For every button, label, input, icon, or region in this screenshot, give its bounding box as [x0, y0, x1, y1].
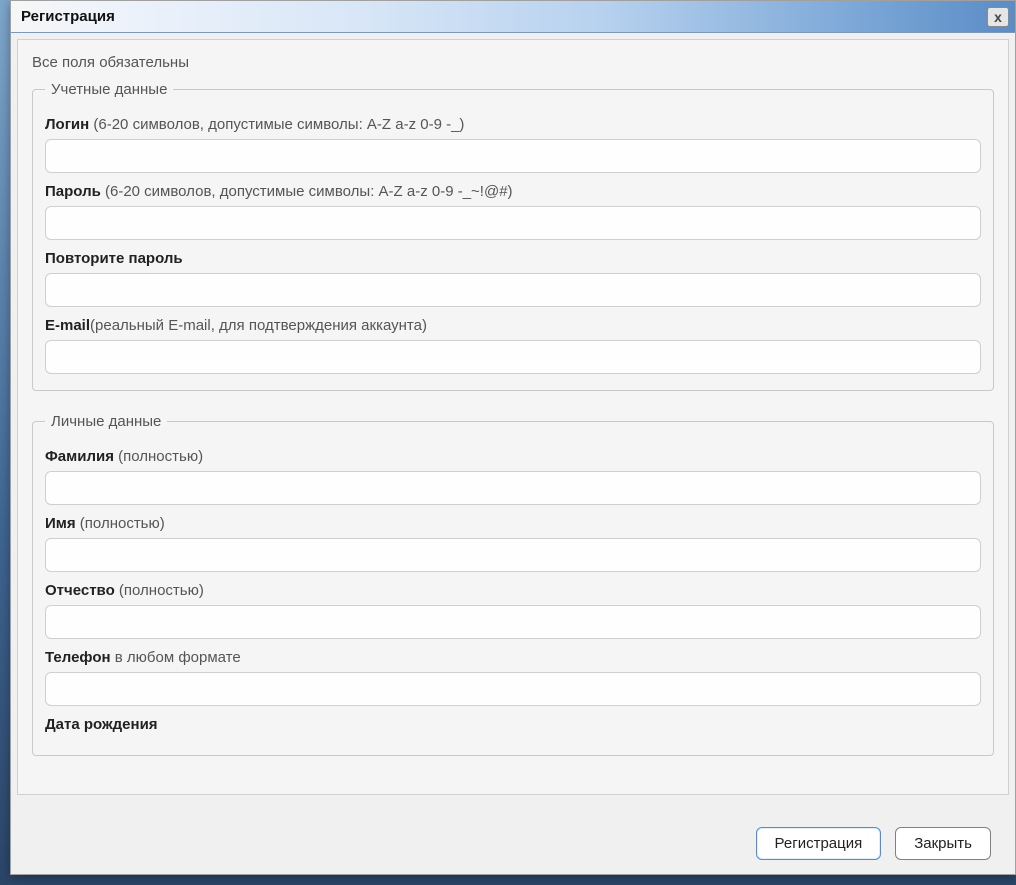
form-scroll[interactable]: Все поля обязательны Учетные данные Логи…: [18, 40, 1008, 794]
label-name-hint: (полностью): [76, 515, 165, 532]
field-login: Логин (6-20 символов, допустимые символы…: [45, 116, 981, 173]
field-name: Имя (полностью): [45, 515, 981, 572]
label-dob: Дата рождения: [45, 716, 981, 733]
patronymic-input[interactable]: [45, 605, 981, 639]
name-input[interactable]: [45, 538, 981, 572]
label-password-hint: (6-20 символов, допустимые символы: A-Z …: [101, 183, 513, 200]
label-name: Имя (полностью): [45, 515, 981, 532]
label-surname: Фамилия (полностью): [45, 448, 981, 465]
label-phone-text: Телефон: [45, 649, 111, 666]
email-input[interactable]: [45, 340, 981, 374]
close-button[interactable]: Закрыть: [895, 827, 991, 860]
label-login-text: Логин: [45, 116, 89, 133]
field-phone: Телефон в любом формате: [45, 649, 981, 706]
password-repeat-input[interactable]: [45, 273, 981, 307]
label-phone-hint: в любом формате: [111, 649, 241, 666]
label-login-hint: (6-20 символов, допустимые символы: A-Z …: [89, 116, 464, 133]
field-password-repeat: Повторите пароль: [45, 250, 981, 307]
field-email: E-mail(реальный E-mail, для подтверждени…: [45, 317, 981, 374]
label-patronymic: Отчество (полностью): [45, 582, 981, 599]
label-password: Пароль (6-20 символов, допустимые символ…: [45, 183, 981, 200]
label-patronymic-hint: (полностью): [115, 582, 204, 599]
registration-dialog: Регистрация x Все поля обязательны Учетн…: [10, 0, 1016, 875]
content-wrap: Все поля обязательны Учетные данные Логи…: [11, 33, 1015, 874]
label-password-repeat-text: Повторите пароль: [45, 250, 183, 267]
label-email-text: E-mail: [45, 317, 90, 334]
phone-input[interactable]: [45, 672, 981, 706]
label-patronymic-text: Отчество: [45, 582, 115, 599]
label-dob-text: Дата рождения: [45, 716, 158, 733]
label-password-text: Пароль: [45, 183, 101, 200]
surname-input[interactable]: [45, 471, 981, 505]
dialog-title: Регистрация: [21, 8, 115, 25]
label-surname-hint: (полностью): [114, 448, 203, 465]
label-name-text: Имя: [45, 515, 76, 532]
field-password: Пароль (6-20 символов, допустимые символ…: [45, 183, 981, 240]
required-note: Все поля обязательны: [32, 54, 994, 71]
label-login: Логин (6-20 символов, допустимые символы…: [45, 116, 981, 133]
scroll-area: Все поля обязательны Учетные данные Логи…: [17, 39, 1009, 795]
label-password-repeat: Повторите пароль: [45, 250, 981, 267]
titlebar: Регистрация x: [11, 1, 1015, 33]
label-surname-text: Фамилия: [45, 448, 114, 465]
field-surname: Фамилия (полностью): [45, 448, 981, 505]
field-dob: Дата рождения: [45, 716, 981, 733]
horizontal-scrollbar[interactable]: [17, 795, 1009, 813]
fieldset-personal: Личные данные Фамилия (полностью) Имя (п…: [32, 413, 994, 756]
login-input[interactable]: [45, 139, 981, 173]
close-icon[interactable]: x: [987, 7, 1009, 27]
legend-account: Учетные данные: [45, 81, 173, 98]
submit-button[interactable]: Регистрация: [756, 827, 882, 860]
label-phone: Телефон в любом формате: [45, 649, 981, 666]
field-patronymic: Отчество (полностью): [45, 582, 981, 639]
label-email-hint: (реальный E-mail, для подтверждения акка…: [90, 317, 427, 334]
button-row: Регистрация Закрыть: [17, 813, 1009, 874]
legend-personal: Личные данные: [45, 413, 167, 430]
fieldset-account: Учетные данные Логин (6-20 символов, доп…: [32, 81, 994, 391]
password-input[interactable]: [45, 206, 981, 240]
label-email: E-mail(реальный E-mail, для подтверждени…: [45, 317, 981, 334]
